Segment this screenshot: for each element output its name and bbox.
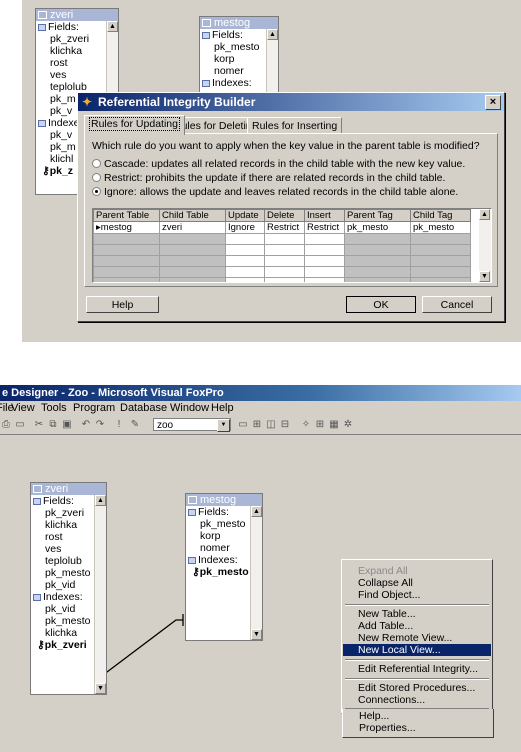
menu-separator	[345, 659, 489, 661]
menu-item-properties[interactable]: Properties...	[344, 722, 492, 734]
field-item[interactable]: rost	[31, 531, 94, 543]
scroll-down-arrow-icon[interactable]: ▼	[95, 683, 106, 694]
table-icon	[188, 496, 197, 504]
menu-item-find-object[interactable]: Find Object...	[343, 589, 491, 601]
field-list[interactable]: Fields: pk_zveri klichka rost ves teplol…	[31, 495, 94, 694]
index-item[interactable]: klichka	[31, 627, 94, 639]
mestog-table-bottom[interactable]: mestog Fields: pk_mesto korp nomer Index…	[185, 493, 263, 641]
key-icon: ⚷	[192, 566, 200, 578]
menu-separator	[345, 678, 489, 680]
indexes-label: Indexes:	[198, 554, 238, 566]
field-item[interactable]: korp	[186, 530, 250, 542]
menu-item-collapse-all[interactable]: Collapse All	[343, 577, 491, 589]
field-item[interactable]: klichka	[31, 519, 94, 531]
vertical-scrollbar[interactable]: ▲ ▼	[250, 506, 262, 640]
menu-item-edit-referential-integrity[interactable]: Edit Referential Integrity...	[343, 663, 491, 675]
menu-item-expand-all: Expand All	[358, 565, 408, 577]
primary-key-item[interactable]: ⚷pk_mesto	[186, 566, 250, 578]
scroll-up-arrow-icon[interactable]: ▲	[251, 506, 262, 517]
field-item[interactable]: pk_mesto	[31, 567, 94, 579]
table-icon	[33, 485, 42, 493]
context-menu-tail: Help... Properties...	[342, 709, 494, 738]
table-title: mestog	[200, 494, 237, 506]
field-item[interactable]: nomer	[186, 542, 250, 554]
fields-label: Fields:	[43, 495, 74, 507]
zveri-title-bar[interactable]: zveri	[31, 483, 106, 495]
menu-item-connections[interactable]: Connections...	[343, 694, 491, 706]
field-item[interactable]: ves	[31, 543, 94, 555]
primary-key-label: pk_mesto	[199, 566, 249, 578]
menu-item-help[interactable]: Help...	[344, 710, 492, 722]
field-item[interactable]: teplolub	[31, 555, 94, 567]
menu-item-add-table[interactable]: Add Table...	[343, 620, 491, 632]
table-title: zveri	[45, 483, 69, 495]
fields-icon	[33, 498, 41, 505]
indexes-icon	[188, 557, 196, 564]
field-item[interactable]: pk_mesto	[186, 518, 250, 530]
index-item[interactable]: pk_vid	[31, 603, 94, 615]
fields-label: Fields:	[198, 506, 229, 518]
index-item[interactable]: pk_mesto	[31, 615, 94, 627]
menu-separator	[345, 604, 489, 606]
menu-item-new-local-view[interactable]: New Local View...	[343, 644, 491, 656]
primary-key-label: pk_zveri	[44, 639, 87, 651]
indexes-icon	[33, 594, 41, 601]
primary-key-item[interactable]: ⚷pk_zveri	[31, 639, 94, 651]
context-menu: Expand All Collapse All Find Object... N…	[341, 559, 493, 714]
vertical-scrollbar[interactable]: ▲ ▼	[94, 495, 106, 694]
menu-item-new-table[interactable]: New Table...	[343, 608, 491, 620]
tab-label: Rules for Updating	[89, 117, 180, 131]
mestog-title-bar[interactable]: mestog	[186, 494, 262, 506]
indexes-label: Indexes:	[43, 591, 83, 603]
fields-icon	[188, 509, 196, 516]
menu-item-new-remote-view[interactable]: New Remote View...	[343, 632, 491, 644]
zveri-table-bottom[interactable]: zveri Fields: pk_zveri klichka rost ves …	[30, 482, 107, 695]
scroll-up-arrow-icon[interactable]: ▲	[95, 495, 106, 506]
field-item[interactable]: pk_zveri	[31, 507, 94, 519]
field-list[interactable]: Fields: pk_mesto korp nomer Indexes: ⚷pk…	[186, 506, 250, 640]
tab-rules-for-updating[interactable]: Rules for Updating	[84, 115, 185, 135]
menu-item-edit-stored-procedures[interactable]: Edit Stored Procedures...	[343, 682, 491, 694]
key-icon: ⚷	[37, 639, 45, 651]
field-item[interactable]: pk_vid	[31, 579, 94, 591]
scroll-down-arrow-icon[interactable]: ▼	[251, 629, 262, 640]
